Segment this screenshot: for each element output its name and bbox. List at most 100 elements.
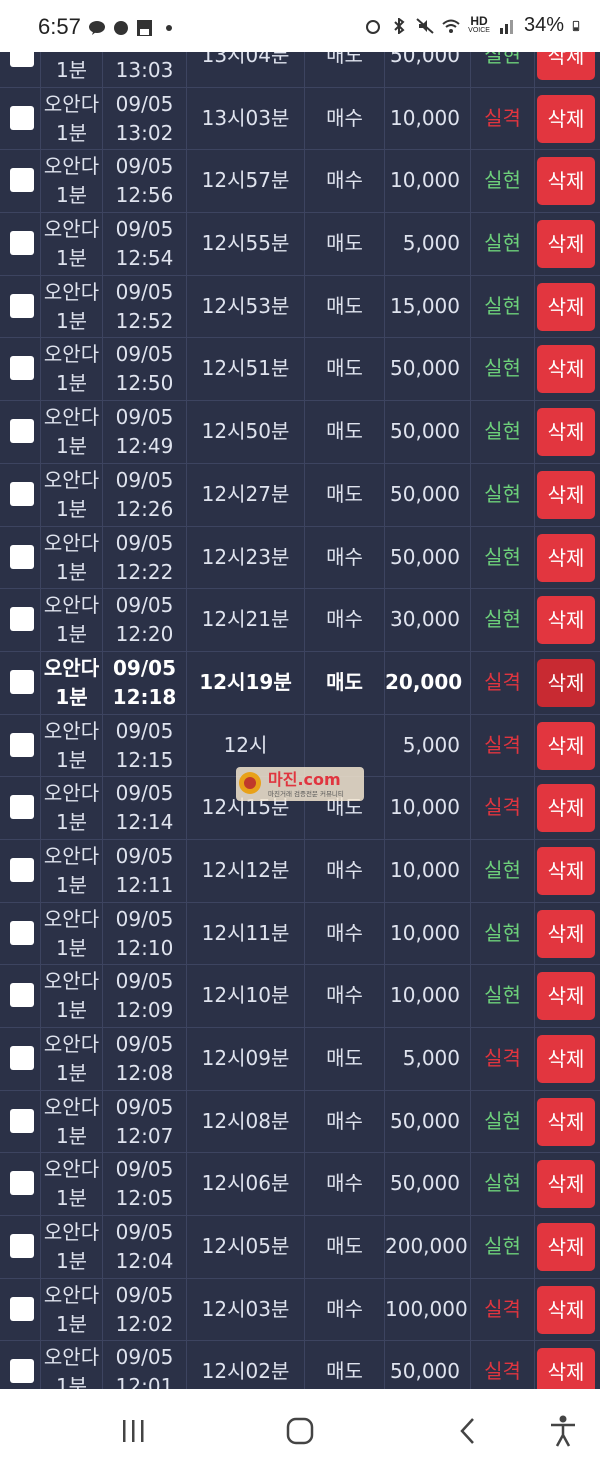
delete-button[interactable]: 삭제 — [537, 1285, 595, 1334]
delete-button[interactable]: 삭제 — [537, 1160, 595, 1209]
row-checkbox[interactable] — [10, 1046, 34, 1070]
row-checkbox[interactable] — [10, 857, 34, 882]
delete-button[interactable]: 삭제 — [537, 345, 595, 394]
round-text: 13시04분 — [201, 52, 290, 67]
delete-button[interactable]: 삭제 — [537, 157, 595, 206]
table-row[interactable]: 오안다 1분 09/05 12:52 12시53분 매도 15,000 실현 삭… — [0, 275, 600, 339]
delete-button[interactable]: 삭제 — [537, 52, 595, 80]
row-checkbox[interactable] — [10, 105, 34, 130]
row-checkbox[interactable] — [10, 293, 34, 318]
table-row[interactable]: 오안다 1분 09/05 12:22 12시23분 매수 50,000 실현 삭… — [0, 526, 600, 590]
delete-button[interactable]: 삭제 — [537, 1097, 595, 1146]
amount-cell: 50,000 — [384, 1153, 470, 1216]
table-row[interactable]: 오안다 1분 09/05 12:54 12시55분 매도 5,000 실현 삭제 — [0, 213, 600, 276]
table-row[interactable]: 오안다 1분 09/05 12:05 12시06분 매수 50,000 실현 삭… — [0, 1153, 600, 1217]
table-row[interactable]: 오안다 1분 09/05 12:49 12시50분 매도 50,000 실현 삭… — [0, 401, 600, 464]
result-cell: 실격 — [470, 1028, 534, 1090]
delete-button[interactable]: 삭제 — [537, 1348, 595, 1389]
date-day: 09/05 — [115, 91, 174, 116]
type-name: 오안다 — [43, 467, 100, 492]
amount-cell: 10,000 — [384, 902, 470, 965]
row-checkbox[interactable] — [10, 168, 34, 193]
delete-button[interactable]: 삭제 — [537, 1223, 595, 1272]
row-checkbox[interactable] — [10, 1296, 34, 1321]
side-text: 매도 — [326, 669, 363, 694]
table-row[interactable]: 오안다 1분 09/05 12:11 12시12분 매수 10,000 실현 삭… — [0, 839, 600, 903]
delete-button[interactable]: 삭제 — [537, 846, 595, 895]
table-row[interactable]: 오안다 1분 09/05 13:03 13시04분 매도 50,000 실현 삭… — [0, 52, 600, 88]
round-text: 13시03분 — [201, 105, 290, 130]
delete-button[interactable]: 삭제 — [537, 658, 595, 707]
date-day: 09/05 — [115, 1345, 174, 1370]
delete-button[interactable]: 삭제 — [537, 972, 595, 1021]
table-row[interactable]: 오안다 1분 09/05 12:56 12시57분 매수 10,000 실현 삭… — [0, 150, 600, 214]
bluetooth-icon — [394, 17, 405, 34]
amount-text: 50,000 — [390, 356, 460, 381]
delete-button[interactable]: 삭제 — [537, 721, 595, 770]
table-row[interactable]: 오안다 1분 09/05 12:26 12시27분 매도 50,000 실현 삭… — [0, 463, 600, 527]
watermark-subtitle: 마진거래 검증전문 커뮤니티 — [268, 789, 344, 798]
table-row[interactable]: 오안다 1분 09/05 12:10 12시11분 매수 10,000 실현 삭… — [0, 902, 600, 966]
row-checkbox[interactable] — [10, 607, 34, 632]
row-checkbox[interactable] — [10, 1234, 34, 1259]
date-cell: 09/05 12:26 — [102, 463, 186, 526]
row-checkbox[interactable] — [10, 481, 34, 506]
row-checkbox[interactable] — [10, 419, 34, 444]
round-cell: 12시57분 — [186, 150, 304, 213]
row-checkbox[interactable] — [10, 1359, 34, 1384]
delete-button[interactable]: 삭제 — [537, 1035, 595, 1083]
amount-text: 200,000 — [385, 1234, 468, 1259]
type-cell: 오안다 1분 — [40, 213, 102, 275]
row-checkbox[interactable] — [10, 669, 34, 694]
date-cell: 09/05 12:09 — [102, 965, 186, 1027]
round-cell: 12시03분 — [186, 1278, 304, 1341]
result-text: 실격 — [484, 1296, 521, 1321]
table-row[interactable]: 오안다 1분 09/05 13:02 13시03분 매수 10,000 실격 삭… — [0, 87, 600, 151]
delete-button[interactable]: 삭제 — [537, 784, 595, 833]
row-checkbox[interactable] — [10, 356, 34, 381]
table-row[interactable]: 오안다 1분 09/05 12:08 12시09분 매도 5,000 실격 삭제 — [0, 1028, 600, 1091]
row-checkbox[interactable] — [10, 1171, 34, 1196]
round-text: 12시19분 — [199, 669, 292, 694]
row-checkbox[interactable] — [10, 544, 34, 569]
date-day: 09/05 — [115, 1032, 174, 1056]
home-icon[interactable] — [280, 1411, 320, 1451]
round-text: 12시51분 — [201, 356, 290, 381]
row-checkbox[interactable] — [10, 983, 34, 1008]
amount-cell: 5,000 — [384, 714, 470, 777]
table-row[interactable]: 오안다 1분 09/05 12:07 12시08분 매수 50,000 실현 삭… — [0, 1090, 600, 1154]
delete-button[interactable]: 삭제 — [537, 282, 595, 331]
delete-button[interactable]: 삭제 — [537, 470, 595, 519]
result-cell: 실격 — [470, 714, 534, 777]
accessibility-icon[interactable] — [543, 1411, 583, 1451]
table-row[interactable]: 오안다 1분 09/05 12:18 12시19분 매도 20,000 실격 삭… — [0, 651, 600, 715]
row-checkbox-cell — [0, 1091, 40, 1153]
back-icon[interactable] — [448, 1411, 488, 1451]
delete-button[interactable]: 삭제 — [537, 596, 595, 645]
delete-button[interactable]: 삭제 — [537, 408, 595, 457]
side-text: 매도 — [326, 52, 363, 67]
table-row[interactable]: 오안다 1분 09/05 12:02 12시03분 매수 100,000 실격 … — [0, 1278, 600, 1342]
date-day: 09/05 — [115, 154, 174, 179]
type-name: 오안다 — [43, 1032, 100, 1056]
row-checkbox[interactable] — [10, 920, 34, 945]
table-row[interactable]: 오안다 1분 09/05 12:20 12시21분 매수 30,000 실현 삭… — [0, 589, 600, 652]
table-row[interactable]: 오안다 1분 09/05 12:01 12시02분 매도 50,000 실격 삭… — [0, 1341, 600, 1389]
delete-button[interactable]: 삭제 — [537, 94, 595, 143]
side-cell: 매도 — [304, 213, 384, 275]
row-checkbox[interactable] — [10, 795, 34, 820]
table-row[interactable]: 오안다 1분 09/05 12:50 12시51분 매도 50,000 실현 삭… — [0, 338, 600, 402]
row-checkbox[interactable] — [10, 732, 34, 757]
delete-button[interactable]: 삭제 — [537, 909, 595, 958]
table-row[interactable]: 오안다 1분 09/05 12:04 12시05분 매도 200,000 실현 … — [0, 1216, 600, 1279]
row-checkbox-cell — [0, 777, 40, 839]
row-checkbox[interactable] — [10, 1108, 34, 1133]
row-checkbox[interactable] — [10, 231, 34, 256]
delete-cell: 삭제 — [534, 965, 600, 1027]
table-row[interactable]: 오안다 1분 09/05 12:09 12시10분 매수 10,000 실현 삭… — [0, 965, 600, 1028]
delete-button[interactable]: 삭제 — [537, 220, 595, 269]
row-checkbox[interactable] — [10, 52, 34, 67]
round-cell: 12시08분 — [186, 1090, 304, 1153]
recent-apps-icon[interactable] — [113, 1411, 153, 1451]
delete-button[interactable]: 삭제 — [537, 533, 595, 582]
